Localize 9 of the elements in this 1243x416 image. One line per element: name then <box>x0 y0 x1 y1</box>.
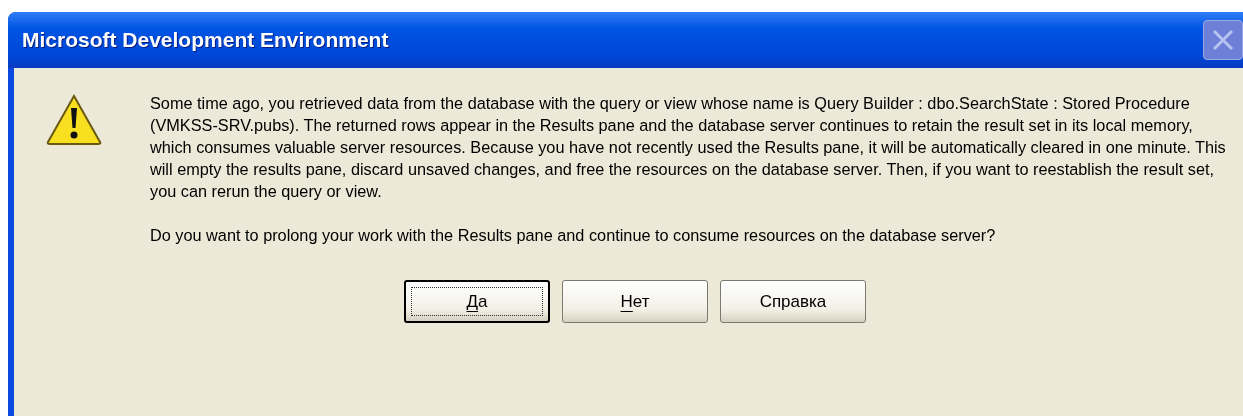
dialog-button[interactable]: Справка <box>720 280 866 323</box>
close-button[interactable] <box>1203 20 1243 60</box>
warning-icon <box>46 94 102 146</box>
message-text: Some time ago, you retrieved data from the database with the query or view whose name is Query Builder : dbo.SearchState : Stored Procedure (VMKSS-SRV.pubs). The returned rows appear in the Results pane and the database server continues to retain the result set in its local memory, which consumes valuable server resources. Because you have not recently used the Results pane, it will be automatically cleared in one minute. This will empty the results pane, discard unsaved changes, and free the resources on the database server. Then, if you want to reestablish the result set, you can rerun the query or view. <box>150 93 1227 202</box>
message-text: Do you want to prolong your work with the Results pane and continue to consume resources on the database server? <box>150 225 997 246</box>
dialog-button[interactable]: Да <box>404 280 550 323</box>
close-icon <box>1210 27 1236 53</box>
dialog-button[interactable]: Нет <box>562 280 708 323</box>
window-title: Microsoft Development Environment <box>22 28 389 52</box>
